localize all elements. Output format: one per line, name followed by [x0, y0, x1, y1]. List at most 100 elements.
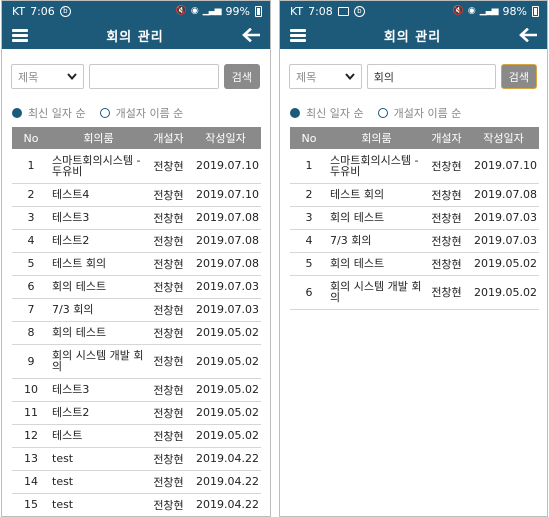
row-name: 테스트3	[50, 378, 145, 402]
table-row[interactable]: 7 7/3 회의 전창현 2019.07.03	[12, 298, 261, 322]
row-no: 4	[12, 229, 50, 253]
table-row[interactable]: 2 테스트4 전창현 2019.07.10	[12, 183, 261, 207]
row-date: 2019.07.10	[470, 149, 539, 184]
table-row[interactable]: 1 스마트회의시스템 - 두유비 전창현 2019.07.10	[290, 149, 539, 184]
row-creator: 전창현	[423, 275, 470, 310]
row-creator: 전창현	[145, 401, 192, 425]
table-row[interactable]: 10 테스트3 전창현 2019.05.02	[12, 378, 261, 402]
header-creator: 개설자	[145, 127, 192, 149]
sort-creator-radio[interactable]: 개설자 이름 순	[377, 105, 462, 121]
table-row[interactable]: 15 test 전창현 2019.04.22	[12, 493, 261, 516]
row-no: 5	[290, 252, 328, 276]
wifi-icon: ◉	[190, 6, 199, 16]
table-row[interactable]: 11 테스트2 전창현 2019.05.02	[12, 401, 261, 425]
phone-screen-right: KT 7:08 b 🔇 ◉ ▁▃▅ 98% 회의 관리 제목 검색	[279, 0, 548, 517]
sort-creator-label: 개설자 이름 순	[393, 107, 462, 120]
row-name: 테스트 회의	[328, 183, 423, 207]
table-row[interactable]: 8 회의 테스트 전창현 2019.05.02	[12, 321, 261, 345]
row-no: 2	[290, 183, 328, 207]
row-no: 11	[12, 401, 50, 425]
row-no: 3	[290, 206, 328, 230]
table-row[interactable]: 12 테스트 전창현 2019.05.02	[12, 424, 261, 448]
row-name: 테스트2	[50, 401, 145, 425]
header-room: 회의룸	[328, 127, 423, 149]
search-field-selected: 제목	[18, 70, 39, 84]
app-bar: 회의 관리	[2, 21, 270, 49]
menu-icon[interactable]	[290, 28, 306, 42]
search-button[interactable]: 검색	[223, 64, 260, 89]
table-row[interactable]: 2 테스트 회의 전창현 2019.07.08	[290, 183, 539, 207]
clock-label: 7:06	[30, 4, 55, 18]
header-no: No	[12, 127, 50, 149]
row-creator: 전창현	[145, 298, 192, 322]
row-name: 회의 시스템 개발 회의	[50, 344, 145, 379]
header-no: No	[290, 127, 328, 149]
row-date: 2019.05.02	[470, 252, 539, 276]
page-title: 회의 관리	[383, 29, 442, 45]
search-input[interactable]	[88, 64, 219, 89]
row-name: 테스트2	[50, 229, 145, 253]
row-creator: 전창현	[423, 206, 470, 230]
meeting-table: No 회의룸 개설자 작성일자 1 스마트회의시스템 - 두유비 전창현 2019.0…	[12, 127, 261, 516]
radio-unselected-icon	[377, 108, 388, 118]
row-creator: 전창현	[145, 206, 192, 230]
table-row[interactable]: 9 회의 시스템 개발 회의 전창현 2019.05.02	[12, 344, 261, 379]
row-date: 2019.04.22	[192, 470, 261, 494]
row-date: 2019.05.02	[192, 401, 261, 425]
search-input[interactable]	[366, 64, 496, 89]
table-row[interactable]: 4 7/3 회의 전창현 2019.07.03	[290, 229, 539, 253]
back-arrow-icon[interactable]	[519, 28, 537, 42]
battery-percent: 98%	[502, 4, 527, 18]
app-bar: 회의 관리	[280, 21, 547, 49]
row-creator: 전창현	[423, 149, 470, 184]
table-row[interactable]: 6 회의 테스트 전창현 2019.07.03	[12, 275, 261, 299]
menu-icon[interactable]	[12, 28, 28, 42]
status-bar: KT 7:06 b 🔇 ◉ ▁▃▅ 99%	[2, 1, 270, 21]
row-name: 회의 테스트	[50, 275, 145, 299]
radio-unselected-icon	[99, 108, 110, 118]
search-button[interactable]: 검색	[500, 64, 537, 89]
sort-creator-radio[interactable]: 개설자 이름 순	[99, 105, 184, 121]
header-room: 회의룸	[50, 127, 145, 149]
row-no: 3	[12, 206, 50, 230]
row-creator: 전창현	[145, 183, 192, 207]
row-name: 테스트 회의	[50, 252, 145, 276]
sort-options: 최신 일자 순 개설자 이름 순	[2, 89, 270, 121]
sort-creator-label: 개설자 이름 순	[115, 107, 184, 120]
table-row[interactable]: 3 테스트3 전창현 2019.07.08	[12, 206, 261, 230]
row-creator: 전창현	[145, 470, 192, 494]
row-date: 2019.05.02	[192, 424, 261, 448]
header-date: 작성일자	[192, 127, 261, 149]
row-no: 6	[290, 275, 328, 310]
table-row[interactable]: 5 테스트 회의 전창현 2019.07.08	[12, 252, 261, 276]
sort-latest-radio[interactable]: 최신 일자 순	[12, 105, 86, 121]
row-date: 2019.07.10	[192, 183, 261, 207]
sort-latest-radio[interactable]: 최신 일자 순	[290, 105, 364, 121]
table-row[interactable]: 4 테스트2 전창현 2019.07.08	[12, 229, 261, 253]
search-field-select[interactable]: 제목	[11, 64, 84, 89]
row-name: test	[50, 493, 145, 516]
row-creator: 전창현	[145, 447, 192, 471]
table-row[interactable]: 6 회의 시스템 개발 회의 전창현 2019.05.02	[290, 275, 539, 310]
row-date: 2019.07.08	[470, 183, 539, 207]
row-no: 10	[12, 378, 50, 402]
row-date: 2019.07.03	[192, 298, 261, 322]
row-date: 2019.04.22	[192, 493, 261, 516]
search-bar: 제목 검색	[2, 49, 270, 89]
row-creator: 전창현	[423, 183, 470, 207]
row-no: 15	[12, 493, 50, 516]
row-no: 13	[12, 447, 50, 471]
row-no: 4	[290, 229, 328, 253]
row-date: 2019.05.02	[192, 344, 261, 379]
row-creator: 전창현	[145, 252, 192, 276]
table-row[interactable]: 14 test 전창현 2019.04.22	[12, 470, 261, 494]
table-row[interactable]: 13 test 전창현 2019.04.22	[12, 447, 261, 471]
table-row[interactable]: 1 스마트회의시스템 - 두유비 전창현 2019.07.10	[12, 149, 261, 184]
row-name: test	[50, 447, 145, 471]
back-arrow-icon[interactable]	[242, 28, 260, 42]
row-no: 12	[12, 424, 50, 448]
table-row[interactable]: 5 회의 테스트 전창현 2019.05.02	[290, 252, 539, 276]
search-field-select[interactable]: 제목	[289, 64, 362, 89]
battery-percent: 99%	[225, 4, 250, 18]
table-row[interactable]: 3 회의 테스트 전창현 2019.07.03	[290, 206, 539, 230]
